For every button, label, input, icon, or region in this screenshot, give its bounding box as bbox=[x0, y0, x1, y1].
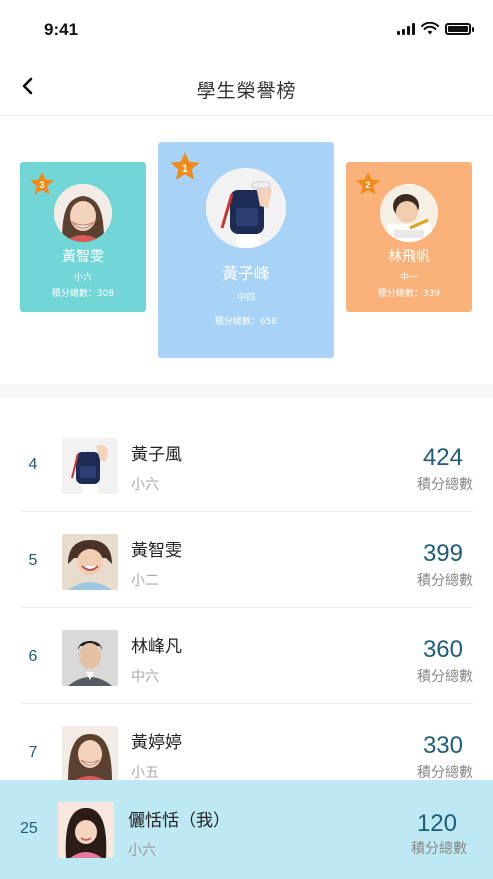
ranking-list: 4 黃子風 小六 424 積分總數 5 黃智雯 小二 399 積分總數 6 林峰… bbox=[0, 416, 493, 800]
score-label: 積分總數 bbox=[417, 669, 473, 685]
student-photo bbox=[62, 438, 118, 494]
podium: 3 黃智雯 小六 積分總數：308 1 黃子峰 中四 積分總數：658 2 林飛… bbox=[0, 116, 493, 384]
battery-icon bbox=[445, 22, 474, 35]
student-name: 黃婷婷 bbox=[131, 733, 182, 753]
podium-name: 黃智雯 bbox=[62, 249, 104, 265]
avatar bbox=[54, 184, 112, 242]
my-score-label: 積分總數 bbox=[411, 841, 467, 857]
student-grade: 小二 bbox=[131, 573, 159, 589]
my-score: 120 bbox=[416, 810, 457, 837]
list-item[interactable]: 4 黃子風 小六 424 積分總數 bbox=[0, 416, 493, 512]
student-score: 424 bbox=[422, 444, 463, 471]
podium-name: 黃子峰 bbox=[221, 264, 270, 283]
student-score: 399 bbox=[422, 540, 463, 567]
star-badge-number: 2 bbox=[365, 180, 370, 190]
student-grade: 小五 bbox=[131, 765, 159, 781]
score-label: 積分總數 bbox=[417, 477, 473, 493]
wifi-icon bbox=[421, 22, 439, 35]
list-item[interactable]: 5 黃智雯 小二 399 積分總數 bbox=[0, 512, 493, 608]
rank-number: 6 bbox=[28, 648, 38, 665]
my-grade: 小六 bbox=[128, 843, 156, 859]
podium-score: 積分總數：339 bbox=[377, 289, 441, 299]
my-name: 儷恬恬（我） bbox=[128, 811, 230, 831]
student-score: 330 bbox=[422, 732, 463, 759]
student-name: 林峰凡 bbox=[131, 637, 182, 657]
star-badge-number: 1 bbox=[182, 163, 188, 175]
score-label: 積分總數 bbox=[417, 765, 473, 781]
nav-bar: 學生榮譽榜 bbox=[0, 60, 493, 116]
student-photo bbox=[62, 534, 118, 590]
podium-grade: 中一 bbox=[399, 273, 418, 283]
podium-score: 積分總數：658 bbox=[214, 317, 278, 327]
podium-name: 林飛帆 bbox=[388, 249, 430, 265]
cellular-signal-icon bbox=[397, 22, 415, 35]
my-rank-number: 25 bbox=[20, 820, 38, 837]
podium-card-first[interactable]: 1 黃子峰 中四 積分總數：658 bbox=[158, 142, 334, 358]
student-grade: 中六 bbox=[131, 669, 159, 685]
status-bar: 9:41 bbox=[0, 0, 493, 60]
student-photo bbox=[62, 630, 118, 686]
star-badge-icon: 2 bbox=[355, 171, 381, 195]
rank-number: 4 bbox=[28, 456, 38, 473]
list-item[interactable]: 6 林峰凡 中六 360 積分總數 bbox=[0, 608, 493, 704]
score-label: 積分總數 bbox=[417, 573, 473, 589]
avatar bbox=[380, 184, 438, 242]
student-name: 黃智雯 bbox=[131, 541, 182, 561]
podium-card-third[interactable]: 3 黃智雯 小六 積分總數：308 bbox=[20, 162, 146, 312]
student-name: 黃子風 bbox=[131, 445, 182, 465]
rank-number: 7 bbox=[28, 744, 38, 761]
podium-grade: 中四 bbox=[236, 293, 255, 303]
avatar bbox=[206, 168, 286, 248]
star-badge-number: 3 bbox=[39, 180, 44, 190]
star-badge-icon: 1 bbox=[170, 152, 200, 180]
student-photo bbox=[62, 726, 118, 782]
student-score: 360 bbox=[422, 636, 463, 663]
status-icons bbox=[397, 22, 474, 35]
student-grade: 小六 bbox=[131, 477, 159, 493]
my-ranking-bar[interactable]: 25 儷恬恬（我） 小六 120 積分總數 bbox=[0, 780, 493, 879]
podium-score: 積分總數：308 bbox=[51, 289, 115, 299]
rank-number: 5 bbox=[28, 552, 38, 569]
my-photo bbox=[58, 802, 114, 858]
section-divider bbox=[0, 384, 493, 398]
page-title: 學生榮譽榜 bbox=[196, 80, 297, 102]
status-time: 9:41 bbox=[44, 20, 79, 39]
podium-card-second[interactable]: 2 林飛帆 中一 積分總數：339 bbox=[346, 162, 472, 312]
star-badge-icon: 3 bbox=[29, 171, 55, 195]
podium-grade: 小六 bbox=[73, 273, 92, 283]
